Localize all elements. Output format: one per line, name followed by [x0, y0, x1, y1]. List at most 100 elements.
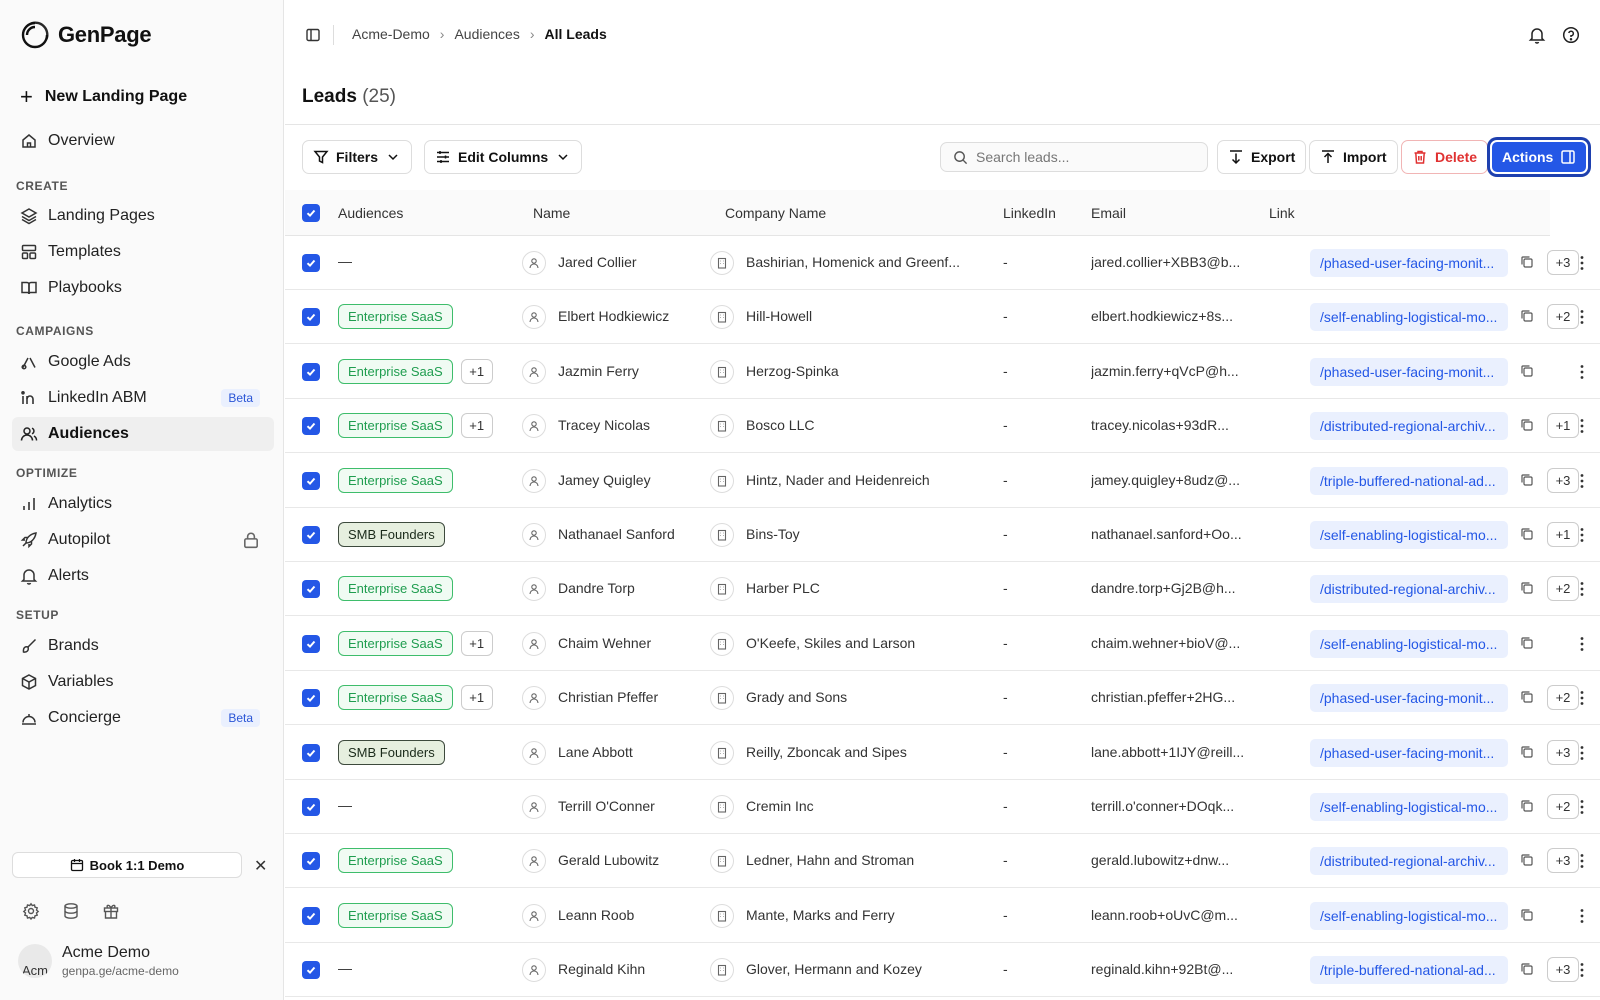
more-vertical-icon[interactable]	[1573, 635, 1591, 653]
lead-name[interactable]: Jamey Quigley	[558, 472, 708, 488]
book-demo-button[interactable]: Book 1:1 Demo	[12, 852, 242, 878]
table-row[interactable]: Enterprise SaaS +1 Chaim Wehner O'Keefe, Sk…	[285, 617, 1600, 671]
copy-icon[interactable]	[1520, 853, 1534, 867]
sidebar-item-concierge[interactable]: Concierge Beta	[12, 701, 274, 735]
row-checkbox[interactable]	[302, 362, 320, 381]
copy-icon[interactable]	[1520, 527, 1534, 541]
more-vertical-icon[interactable]	[1573, 363, 1591, 381]
audience-tag[interactable]: Enterprise SaaS	[338, 630, 453, 656]
more-vertical-icon[interactable]	[1573, 689, 1591, 707]
row-checkbox[interactable]	[302, 471, 320, 490]
row-checkbox[interactable]	[302, 743, 320, 762]
lead-name[interactable]: Christian Pfeffer	[558, 689, 708, 705]
table-row[interactable]: Enterprise SaaS Leann Roob Mante, Marks an…	[285, 889, 1600, 943]
audience-tag[interactable]: Enterprise SaaS	[338, 576, 453, 602]
landing-page-link[interactable]: /self-enabling-logistical-mo...	[1310, 521, 1508, 549]
audience-tag[interactable]: Enterprise SaaS	[338, 358, 453, 384]
more-vertical-icon[interactable]	[1573, 580, 1591, 598]
audience-tag[interactable]: Enterprise SaaS	[338, 902, 453, 928]
table-row[interactable]: SMB Founders Nathanael Sanford Bins-Toy - na…	[285, 508, 1600, 562]
copy-icon[interactable]	[1520, 581, 1534, 595]
copy-icon[interactable]	[1520, 745, 1534, 759]
table-row[interactable]: Enterprise SaaS Jamey Quigley Hintz, Nader…	[285, 454, 1600, 508]
copy-icon[interactable]	[1520, 690, 1534, 704]
audience-tag[interactable]: Enterprise SaaS	[338, 685, 453, 711]
landing-page-link[interactable]: /distributed-regional-archiv...	[1310, 847, 1508, 876]
lead-name[interactable]: Jared Collier	[558, 254, 708, 270]
landing-page-link[interactable]: /distributed-regional-archiv...	[1310, 412, 1508, 441]
landing-page-link[interactable]: /self-enabling-logistical-mo...	[1310, 793, 1508, 821]
sidebar-item-google-ads[interactable]: Google Ads	[12, 345, 274, 379]
landing-page-link[interactable]: /self-enabling-logistical-mo...	[1310, 901, 1508, 930]
row-checkbox[interactable]	[302, 254, 320, 272]
lead-name[interactable]: Nathanael Sanford	[558, 526, 708, 542]
sidebar-item-templates[interactable]: Templates	[12, 235, 274, 269]
sidebar-item-playbooks[interactable]: Playbooks	[12, 271, 274, 305]
audience-tag[interactable]: Enterprise SaaS	[338, 467, 453, 493]
more-vertical-icon[interactable]	[1573, 254, 1591, 272]
column-header-company[interactable]: Company Name	[725, 205, 826, 221]
row-checkbox[interactable]	[302, 417, 320, 436]
sidebar-item-brands[interactable]: Brands	[12, 629, 274, 663]
copy-icon[interactable]	[1520, 799, 1534, 813]
copy-icon[interactable]	[1520, 636, 1534, 650]
gift-icon[interactable]	[102, 902, 120, 920]
more-vertical-icon[interactable]	[1573, 961, 1591, 979]
lead-name[interactable]: Terrill O'Conner	[558, 798, 708, 814]
row-checkbox[interactable]	[302, 961, 320, 980]
select-all-checkbox[interactable]	[302, 204, 320, 222]
lead-name[interactable]: Dandre Torp	[558, 580, 708, 596]
more-vertical-icon[interactable]	[1573, 417, 1591, 435]
landing-page-link[interactable]: /phased-user-facing-monit...	[1310, 357, 1508, 386]
table-row[interactable]: Enterprise SaaS +1 Tracey Nicolas Bosco LLC…	[285, 399, 1600, 454]
copy-icon[interactable]	[1520, 418, 1534, 432]
lead-name[interactable]: Reginald Kihn	[558, 961, 708, 977]
table-row[interactable]: Enterprise SaaS Dandre Torp Harber PLC - dan…	[285, 562, 1600, 617]
sidebar-item-audiences[interactable]: Audiences	[12, 417, 274, 451]
more-vertical-icon[interactable]	[1573, 472, 1591, 490]
row-checkbox[interactable]	[302, 906, 320, 925]
audience-tag[interactable]: SMB Founders	[338, 522, 445, 547]
breadcrumb-item-acme-demo[interactable]: Acme-Demo	[352, 26, 430, 42]
more-vertical-icon[interactable]	[1573, 852, 1591, 870]
import-button[interactable]: Import	[1309, 140, 1398, 174]
lead-name[interactable]: Chaim Wehner	[558, 635, 708, 651]
table-row[interactable]: SMB Founders Lane Abbott Reilly, Zboncak a…	[285, 726, 1600, 780]
sidebar-item-landing-pages[interactable]: Landing Pages	[12, 199, 274, 233]
landing-page-link[interactable]: /triple-buffered-national-ad...	[1310, 466, 1508, 495]
copy-icon[interactable]	[1520, 364, 1534, 378]
help-icon[interactable]	[1562, 26, 1580, 44]
audience-tag[interactable]: Enterprise SaaS	[338, 848, 453, 874]
row-checkbox[interactable]	[302, 580, 320, 599]
audience-tag[interactable]: Enterprise SaaS	[338, 304, 453, 330]
more-vertical-icon[interactable]	[1573, 907, 1591, 925]
copy-icon[interactable]	[1520, 962, 1534, 976]
account-switcher[interactable]: Acm Acme Demo genpa.ge/acme-demo	[18, 944, 179, 978]
filters-button[interactable]: Filters	[302, 140, 413, 174]
sidebar-item-autopilot[interactable]: Autopilot	[12, 523, 274, 557]
search-input[interactable]: Search leads...	[940, 142, 1208, 172]
table-row[interactable]: Enterprise SaaS Elbert Hodkiewicz Hill-How…	[285, 290, 1600, 345]
column-header-linkedin[interactable]: LinkedIn	[1003, 205, 1056, 221]
row-checkbox[interactable]	[302, 526, 320, 544]
breadcrumb-item-audiences[interactable]: Audiences	[454, 26, 519, 42]
landing-page-link[interactable]: /distributed-regional-archiv...	[1310, 575, 1508, 604]
copy-icon[interactable]	[1520, 309, 1534, 323]
row-checkbox[interactable]	[302, 689, 320, 708]
more-vertical-icon[interactable]	[1573, 744, 1591, 762]
copy-icon[interactable]	[1520, 473, 1534, 487]
column-header-link[interactable]: Link	[1269, 205, 1295, 221]
audience-more-badge[interactable]: +1	[460, 413, 493, 439]
row-checkbox[interactable]	[302, 852, 320, 871]
app-logo[interactable]: GenPage	[20, 20, 152, 50]
lead-name[interactable]: Elbert Hodkiewicz	[558, 308, 708, 324]
actions-button[interactable]: Actions	[1490, 140, 1589, 174]
row-checkbox[interactable]	[302, 308, 320, 327]
table-row[interactable]: Enterprise SaaS +1 Jazmin Ferry Herzog-Spin…	[285, 345, 1600, 399]
column-header-audiences[interactable]: Audiences	[338, 205, 403, 221]
table-row[interactable]: — Jared Collier Bashirian, Homenick and Gr…	[285, 236, 1600, 290]
database-icon[interactable]	[62, 902, 80, 920]
lead-name[interactable]: Gerald Lubowitz	[558, 852, 708, 868]
landing-page-link[interactable]: /phased-user-facing-monit...	[1310, 249, 1508, 277]
column-header-email[interactable]: Email	[1091, 205, 1126, 221]
